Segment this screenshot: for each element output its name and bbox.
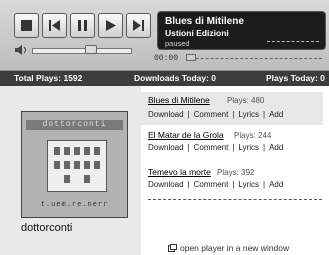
play-icon [106,20,116,31]
track-list: Blues di Mitilene Plays: 480 Download | Co… [141,86,329,255]
lyrics-link[interactable]: Lyrics [238,143,259,152]
pause-icon [78,20,87,31]
stats-bar: Total Plays: 1592 Downloads Today: 0 Pla… [0,71,329,86]
track-actions: Download | Comment | Lyrics | Add [148,110,283,119]
previous-button[interactable] [42,13,67,38]
next-icon [133,20,144,31]
display-divider [267,41,319,42]
play-button[interactable] [98,13,123,38]
volume-slider[interactable] [32,48,132,54]
comment-link[interactable]: Comment [194,143,229,152]
separator: | [232,180,235,189]
separator: | [187,180,190,189]
seek-bar[interactable] [186,58,322,59]
elapsed-time: 00:00 [154,54,179,63]
stop-button[interactable] [14,13,39,38]
pause-button[interactable] [70,13,95,38]
previous-icon [49,20,60,31]
open-new-window-link[interactable]: open player in a new window [168,243,289,253]
username[interactable]: dottorconti [21,222,72,234]
plays-today: Plays Today: 0 [266,73,325,83]
new-window-icon [168,244,177,252]
next-button[interactable] [126,13,151,38]
downloads-today: Downloads Today: 0 [134,73,217,83]
comment-link[interactable]: Comment [194,180,229,189]
track-plays: Plays: 244 [234,131,272,140]
track-link[interactable]: Temevo la morte [148,167,211,177]
now-playing-display: Blues di Mitilene Ustioni Edizioni pause… [157,11,326,50]
track-plays: Plays: 480 [227,96,265,105]
add-link[interactable]: Add [269,143,283,152]
separator: | [187,143,190,152]
cover-title: dottorconti [26,120,123,130]
player-bar: Blues di Mitilene Ustioni Edizioni pause… [0,0,329,71]
download-link[interactable]: Download [148,110,184,119]
track-link[interactable]: El Matar de la Grola [148,130,224,140]
track-plays: Plays: 392 [217,168,255,177]
separator: | [263,143,266,152]
lyrics-link[interactable]: Lyrics [238,180,259,189]
track-list-divider [148,199,322,200]
track-title: Blues di Mitilene [165,16,244,27]
lyrics-link[interactable]: Lyrics [238,110,259,119]
comment-link[interactable]: Comment [194,110,229,119]
add-link[interactable]: Add [269,180,283,189]
album-cover: dottorconti t.uem.re.nerr [21,111,128,218]
cover-footer: t.uem.re.nerr [40,201,109,209]
total-plays: Total Plays: 1592 [14,73,83,83]
track-row[interactable]: Blues di Mitilene Plays: 480 Download | Co… [141,92,323,125]
separator: | [263,110,266,119]
artist-name: Ustioni Edizioni [165,28,229,38]
seek-handle[interactable] [186,54,196,61]
cover-building [47,140,107,192]
separator: | [263,180,266,189]
track-link[interactable]: Blues di Mitilene [148,95,210,105]
download-link[interactable]: Download [148,143,184,152]
add-link[interactable]: Add [269,110,283,119]
download-link[interactable]: Download [148,180,184,189]
artist-panel: dottorconti t.uem.re.nerr dottorconti [0,86,141,255]
track-actions: Download | Comment | Lyrics | Add [148,180,283,189]
stop-icon [21,20,32,31]
volume-handle[interactable] [85,45,97,54]
separator: | [232,110,235,119]
open-new-window-label: open player in a new window [180,243,290,253]
separator: | [232,143,235,152]
separator: | [187,110,190,119]
track-actions: Download | Comment | Lyrics | Add [148,143,283,152]
playback-status: paused [165,39,190,48]
volume-icon [15,45,26,55]
